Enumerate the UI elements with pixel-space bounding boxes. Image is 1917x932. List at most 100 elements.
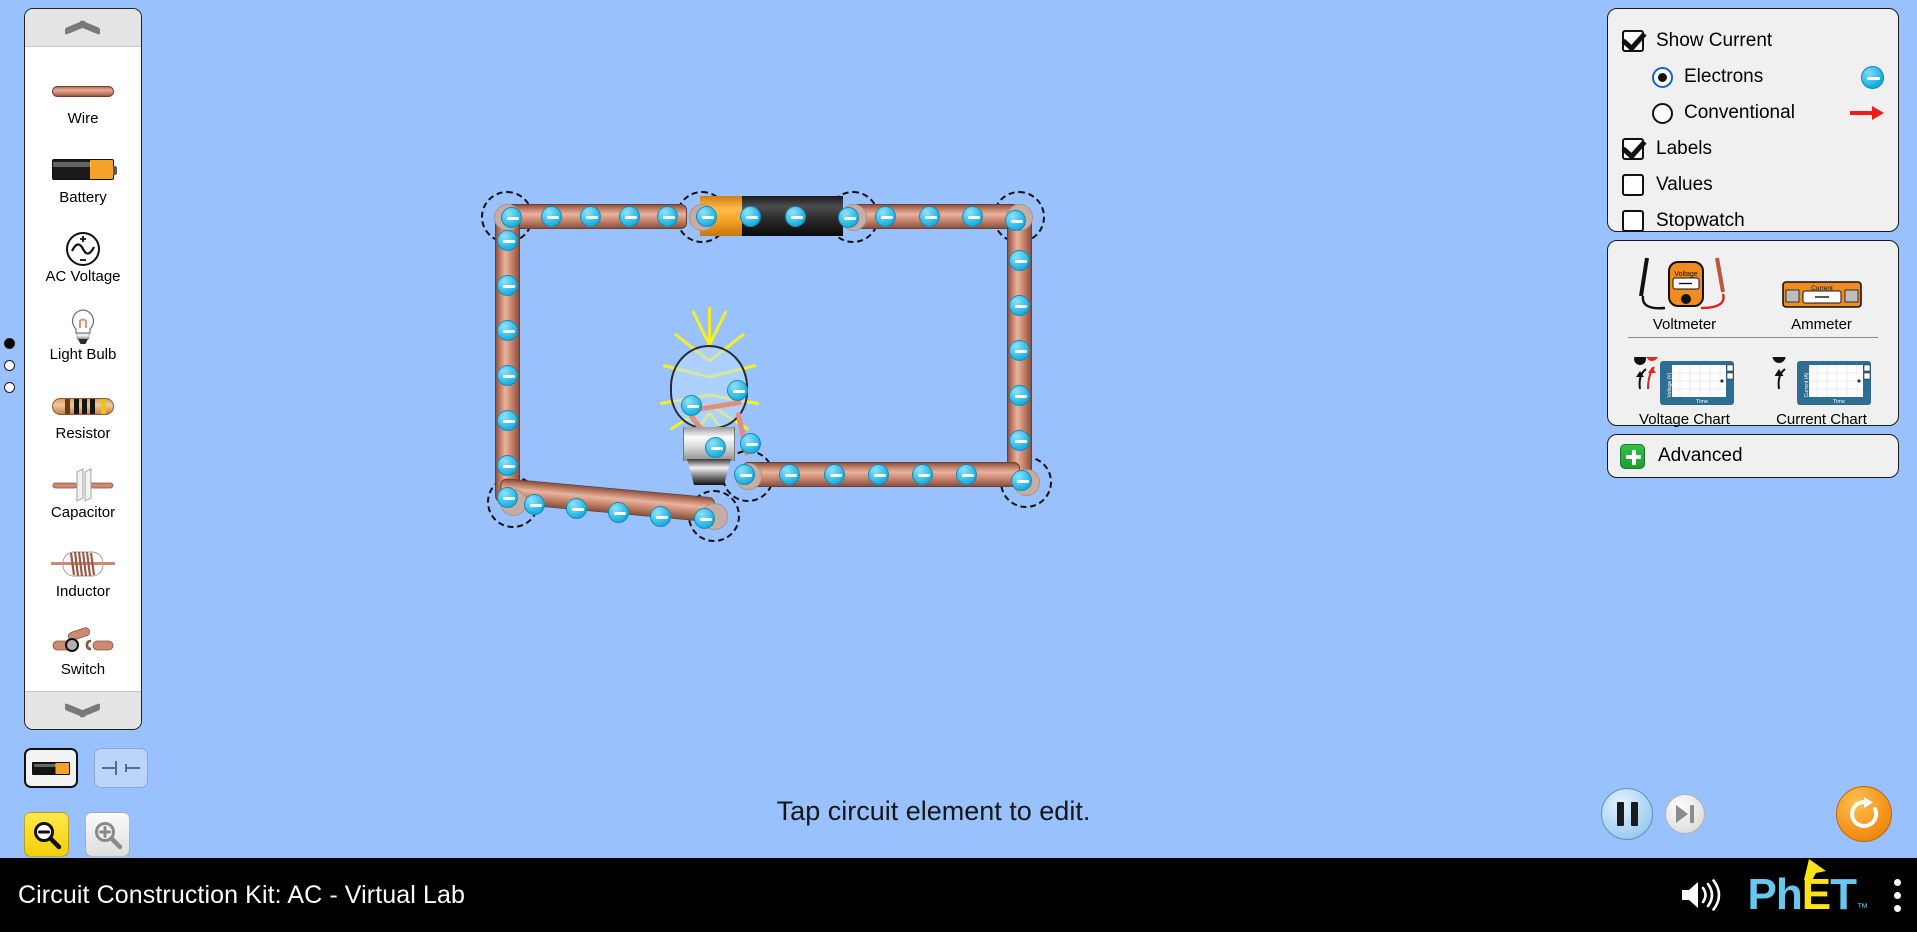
stopwatch-checkbox[interactable] [1622, 210, 1644, 232]
toolbox-item-capacitor[interactable]: Capacitor [25, 455, 141, 534]
electron [705, 437, 726, 458]
electron [541, 206, 562, 227]
show-current-label: Show Current [1656, 30, 1773, 51]
electron [497, 410, 518, 431]
toolbox-item-label: Light Bulb [49, 346, 117, 364]
light-bulb-element[interactable] [620, 307, 800, 525]
zoom-in-button[interactable] [85, 812, 130, 857]
plus-icon[interactable] [1620, 443, 1645, 469]
show-current-checkbox[interactable] [1622, 30, 1644, 52]
toolbox-item-ac-voltage[interactable]: AC Voltage [25, 219, 141, 298]
electron [497, 230, 518, 251]
view-option-schematic[interactable] [94, 748, 148, 788]
step-forward-button[interactable] [1665, 794, 1705, 834]
electron [1009, 250, 1030, 271]
electrons-radio-row[interactable]: Electrons [1622, 59, 1884, 95]
toolbox-item-label: Wire [67, 110, 99, 127]
electron [608, 502, 629, 523]
toolbox-scroll-up-button[interactable] [25, 9, 141, 47]
electron [785, 206, 806, 227]
electron [650, 506, 671, 527]
circuit-element-toolbox[interactable]: Wire Battery AC Voltage Light Bulb Resis… [24, 8, 142, 730]
voltage-chart-tool[interactable]: Voltage (V) Time Voltage Chart [1616, 342, 1753, 428]
toolbox-item-resistor[interactable]: Resistor [25, 376, 141, 455]
electron [727, 380, 748, 401]
conventional-radio[interactable] [1652, 102, 1673, 124]
time-controls[interactable] [1601, 788, 1705, 840]
step-forward-icon [1676, 805, 1694, 823]
phet-logo[interactable]: Ph E T ™ [1748, 859, 1868, 920]
chevron-down-icon [66, 703, 100, 719]
zoom-controls[interactable] [24, 812, 130, 857]
ac-voltage-icon [65, 231, 101, 266]
toolbox-item-switch[interactable]: Switch [25, 612, 141, 691]
nav-dot-2[interactable] [4, 360, 15, 371]
meters-divider [1628, 337, 1878, 338]
svg-text:Time: Time [1833, 399, 1845, 405]
sim-title: Circuit Construction Kit: AC - Virtual L… [18, 880, 465, 909]
electron [962, 206, 983, 227]
battery-element[interactable] [700, 196, 843, 236]
conventional-label: Conventional [1684, 102, 1795, 123]
toolbox-item-list: Wire Battery AC Voltage Light Bulb Resis… [25, 47, 141, 691]
battery-lifelike-icon [32, 761, 70, 775]
values-label: Values [1656, 174, 1713, 195]
values-checkbox[interactable] [1622, 174, 1644, 196]
toolbox-item-battery[interactable]: Battery [25, 140, 141, 219]
voltmeter-label: Voltmeter [1652, 316, 1717, 333]
resistor-icon [52, 389, 114, 423]
voltage-chart-icon: Voltage (V) Time [1634, 357, 1734, 405]
sound-on-icon[interactable] [1678, 878, 1722, 912]
labels-checkbox[interactable] [1622, 138, 1644, 160]
display-options-panel[interactable]: Show Current Electrons Conventional Labe… [1607, 8, 1899, 232]
svg-text:Voltage (V): Voltage (V) [1667, 372, 1673, 397]
kebab-menu-icon[interactable] [1894, 878, 1901, 912]
bulb-tip [687, 459, 731, 485]
stopwatch-checkbox-row[interactable]: Stopwatch [1622, 203, 1884, 239]
electron [497, 455, 518, 476]
labels-checkbox-row[interactable]: Labels [1622, 131, 1884, 167]
circuit-view-toggle[interactable] [24, 748, 148, 788]
toolbox-scroll-down-button[interactable] [25, 691, 141, 729]
electron [1009, 385, 1030, 406]
navbar-right-group: Ph E T ™ [1678, 859, 1901, 920]
electrons-radio[interactable] [1652, 66, 1673, 88]
conventional-radio-row[interactable]: Conventional [1622, 95, 1884, 131]
electron [1009, 295, 1030, 316]
toolbox-item-light-bulb[interactable]: Light Bulb [25, 297, 141, 376]
reset-all-button[interactable] [1836, 786, 1892, 842]
electron [566, 498, 587, 519]
voltmeter-icon: Voltage [1638, 257, 1725, 310]
values-checkbox-row[interactable]: Values [1622, 167, 1884, 203]
zoom-out-button[interactable] [24, 812, 69, 857]
toolbox-item-label: Switch [60, 661, 106, 679]
svg-text:Voltage: Voltage [1674, 271, 1697, 278]
electron [838, 207, 859, 228]
toolbox-item-label: Inductor [55, 582, 111, 600]
voltage-chart-label: Voltage Chart [1639, 411, 1730, 428]
advanced-label: Advanced [1658, 445, 1743, 466]
advanced-accordion[interactable]: Advanced [1607, 434, 1899, 478]
current-chart-label: Current Chart [1776, 411, 1867, 428]
toolbox-item-label: AC Voltage [45, 267, 121, 285]
toolbox-item-inductor[interactable]: Inductor [25, 534, 141, 613]
show-current-checkbox-row[interactable]: Show Current [1622, 23, 1884, 59]
inductor-icon [51, 547, 115, 581]
meters-panel[interactable]: Voltage Voltmeter Current Ammeter Voltag… [1607, 240, 1899, 428]
electron [497, 365, 518, 386]
current-chart-tool[interactable]: Current (A) Time Current Chart [1753, 342, 1890, 428]
electron [1009, 340, 1030, 361]
toolbox-item-label: Resistor [55, 425, 111, 442]
screen-nav-dots[interactable] [4, 338, 15, 393]
toolbox-item-wire[interactable]: Wire [25, 61, 141, 140]
pause-button[interactable] [1601, 788, 1653, 840]
nav-dot-3[interactable] [4, 382, 15, 393]
switch-icon [51, 625, 115, 659]
current-chart-icon: Current (A) Time [1772, 357, 1871, 405]
view-option-lifelike[interactable] [24, 748, 78, 788]
ammeter-tool[interactable]: Current Ammeter [1753, 247, 1890, 333]
electrons-label: Electrons [1684, 66, 1764, 87]
voltmeter-tool[interactable]: Voltage Voltmeter [1616, 247, 1753, 333]
nav-dot-1[interactable] [4, 338, 15, 349]
arrow-symbol-icon [1850, 106, 1884, 120]
